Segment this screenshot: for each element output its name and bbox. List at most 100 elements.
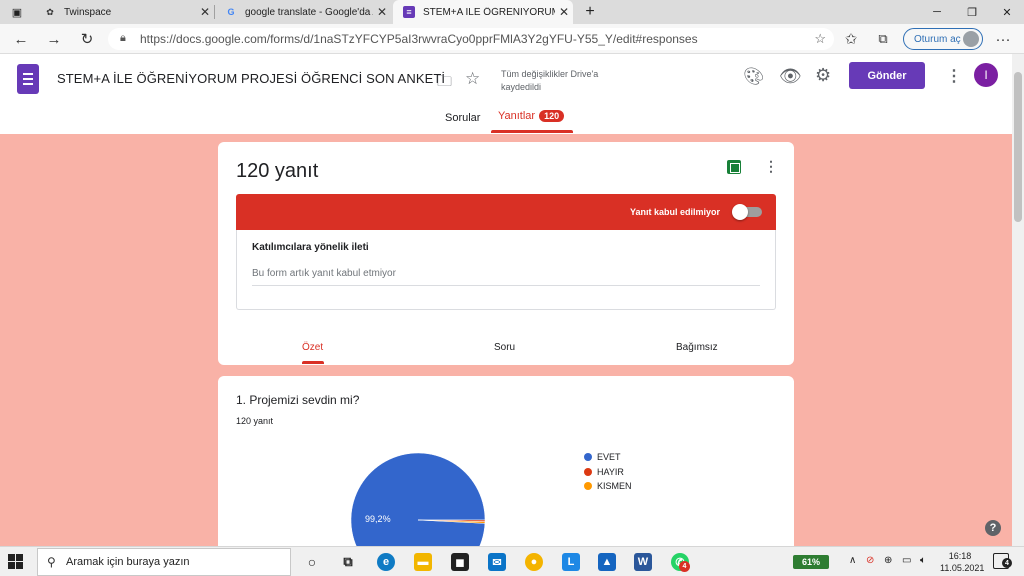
cortana-icon[interactable]: ○ [303, 553, 321, 571]
windows-start-icon[interactable] [8, 554, 24, 570]
subtab-indicator [302, 361, 324, 364]
back-icon[interactable]: ← [10, 28, 32, 50]
close-window-icon[interactable]: ✕ [990, 0, 1024, 24]
message-input[interactable]: Bu form artık yanıt kabul etmiyor [252, 268, 396, 279]
tab-responses[interactable]: Yanıtlar 120 [498, 110, 565, 122]
tab-actions-icon[interactable]: ▣ [0, 0, 34, 24]
subtab-question[interactable]: Soru [494, 342, 515, 353]
pie-data-label: 99,2% [365, 514, 391, 524]
scrollbar-thumb[interactable] [1014, 72, 1022, 222]
accepting-status-label: Yanıt kabul edilmiyor [629, 207, 720, 217]
clock-date: 11.05.2021 [940, 563, 985, 573]
twinspace-icon: ✿ [46, 6, 54, 17]
legend-item-kismen[interactable]: KISMEN [584, 479, 632, 494]
minimize-icon[interactable]: ─ [920, 0, 954, 24]
browser-tab-forms[interactable]: ≡ STEM+A İLE ÖĞRENİYORUM PRO ✕ [393, 0, 573, 24]
subtab-individual[interactable]: Bağımsız [676, 342, 718, 353]
tab-questions-label: Sorular [445, 112, 481, 124]
volume-icon[interactable]: 🔈︎ [920, 555, 926, 566]
forms-icon: ≡ [403, 6, 415, 18]
file-explorer-icon[interactable]: ▬ [414, 553, 432, 571]
folder-icon[interactable]: 🗀︎ [437, 71, 452, 96]
input-underline [252, 285, 760, 286]
google-sheets-icon[interactable] [727, 160, 741, 174]
signin-button[interactable]: Oturum aç [903, 28, 983, 50]
page-scrollbar[interactable] [1012, 54, 1024, 546]
word-icon[interactable]: W [634, 553, 652, 571]
legend-swatch [584, 453, 592, 462]
windows-taskbar: ⚲ Aramak için buraya yazın ○ ⧉ e ▬ ◼ ✉ ●… [0, 546, 1024, 576]
legend-label: EVET [597, 452, 621, 463]
photos-icon[interactable]: ▲ [598, 553, 616, 571]
system-clock[interactable]: 16:18 11.05.2021 [940, 550, 985, 574]
battery-indicator[interactable]: 61% [793, 555, 829, 569]
legend-swatch [584, 482, 592, 491]
signin-label: Oturum aç [914, 33, 961, 45]
whatsapp-badge: 4 [679, 561, 690, 572]
legend-label: KISMEN [597, 481, 632, 492]
reload-icon[interactable]: ↻ [76, 28, 98, 50]
task-view-icon[interactable]: ⧉ [339, 553, 357, 571]
google-icon: G [227, 7, 235, 17]
chart-legend: EVET HAYIR KISMEN [584, 450, 632, 494]
more-options-icon[interactable]: ⋮ [946, 66, 962, 86]
clock-time: 16:18 [948, 551, 972, 561]
legend-label: HAYIR [597, 466, 624, 477]
save-status: Tüm değişiklikler Drive'a kaydedildi [501, 69, 599, 92]
new-tab-icon[interactable]: + [573, 0, 607, 24]
responses-more-icon[interactable]: ⋮ [764, 158, 778, 175]
legend-item-evet[interactable]: EVET [584, 450, 632, 465]
chrome-canary-icon[interactable]: ● [525, 553, 543, 571]
question-title: 1. Projemizi sevdin mi? [236, 393, 360, 407]
mail-icon[interactable]: ✉ [488, 553, 506, 571]
tab-responses-label: Yanıtlar [498, 110, 536, 122]
responses-count-badge: 120 [539, 110, 565, 122]
store-icon[interactable]: ◼ [451, 553, 469, 571]
active-tab-indicator [491, 130, 573, 133]
show-hidden-icons-icon[interactable]: ∧ [849, 555, 856, 566]
tab-questions[interactable]: Sorular [445, 112, 480, 124]
browser-tab-strip: ▣ ✿ Twinspace ✕ G google translate - Goo… [0, 0, 1024, 24]
edge-icon[interactable]: e [377, 553, 395, 571]
address-bar-row: ← → ↻ 🔒︎ https://docs.google.com/forms/d… [0, 24, 1024, 54]
taskbar-search-input[interactable]: ⚲ Aramak için buraya yazın [37, 548, 291, 576]
user-avatar[interactable]: I [974, 63, 998, 87]
legend-item-hayir[interactable]: HAYIR [584, 465, 632, 480]
close-tab-icon[interactable]: ✕ [373, 5, 391, 19]
network-icon[interactable]: ⊕ [884, 555, 892, 566]
battery-icon[interactable]: ▭ [902, 555, 911, 566]
send-button[interactable]: Gönder [849, 62, 925, 89]
help-icon[interactable]: ? [985, 520, 1001, 536]
not-accepting-banner: Yanıt kabul edilmiyor [236, 194, 776, 230]
lync-icon[interactable]: L [562, 553, 580, 571]
star-icon[interactable]: ☆ [465, 69, 480, 89]
browser-tab-google-translate[interactable]: G google translate - Google'da Ara ✕ [215, 0, 391, 24]
url-text: https://docs.google.com/forms/d/1naSTzYF… [140, 32, 698, 46]
browser-tab-twinspace[interactable]: ✿ Twinspace ✕ [34, 0, 214, 24]
favorites-icon[interactable]: ✩ [840, 28, 862, 50]
notification-center-icon[interactable]: 4 [993, 553, 1012, 569]
legend-swatch [584, 467, 592, 476]
forward-icon[interactable]: → [43, 28, 65, 50]
google-forms-logo-icon[interactable] [17, 64, 39, 94]
palette-icon[interactable]: 🎨︎ [743, 67, 765, 87]
url-input[interactable]: 🔒︎ https://docs.google.com/forms/d/1naST… [108, 28, 834, 50]
close-tab-icon[interactable]: ✕ [555, 5, 573, 19]
responses-summary-card: 120 yanıt ⋮ Yanıt kabul edilmiyor Katılı… [218, 142, 794, 365]
add-favorite-icon[interactable]: ☆ [814, 31, 826, 47]
search-icon: ⚲ [47, 555, 56, 569]
collections-icon[interactable]: ⧉ [872, 28, 894, 50]
subtab-summary[interactable]: Özet [302, 342, 323, 353]
settings-gear-icon[interactable]: ⚙ [815, 65, 831, 86]
preview-eye-icon[interactable]: 👁︎ [779, 66, 802, 87]
form-title[interactable]: STEM+A İLE ÖĞRENİYORUM PROJESİ ÖĞRENCİ S… [57, 71, 445, 86]
accepting-responses-toggle[interactable] [732, 204, 762, 220]
restore-icon[interactable]: ❐ [955, 0, 989, 24]
browser-menu-icon[interactable]: ··· [992, 28, 1014, 50]
search-placeholder: Aramak için buraya yazın [66, 556, 190, 568]
question-response-count: 120 yanıt [236, 416, 274, 426]
security-icon[interactable]: ⊘ [866, 555, 874, 566]
message-heading: Katılımcılara yönelik ileti [252, 242, 369, 253]
lock-icon: 🔒︎ [120, 32, 126, 44]
close-tab-icon[interactable]: ✕ [196, 5, 214, 19]
